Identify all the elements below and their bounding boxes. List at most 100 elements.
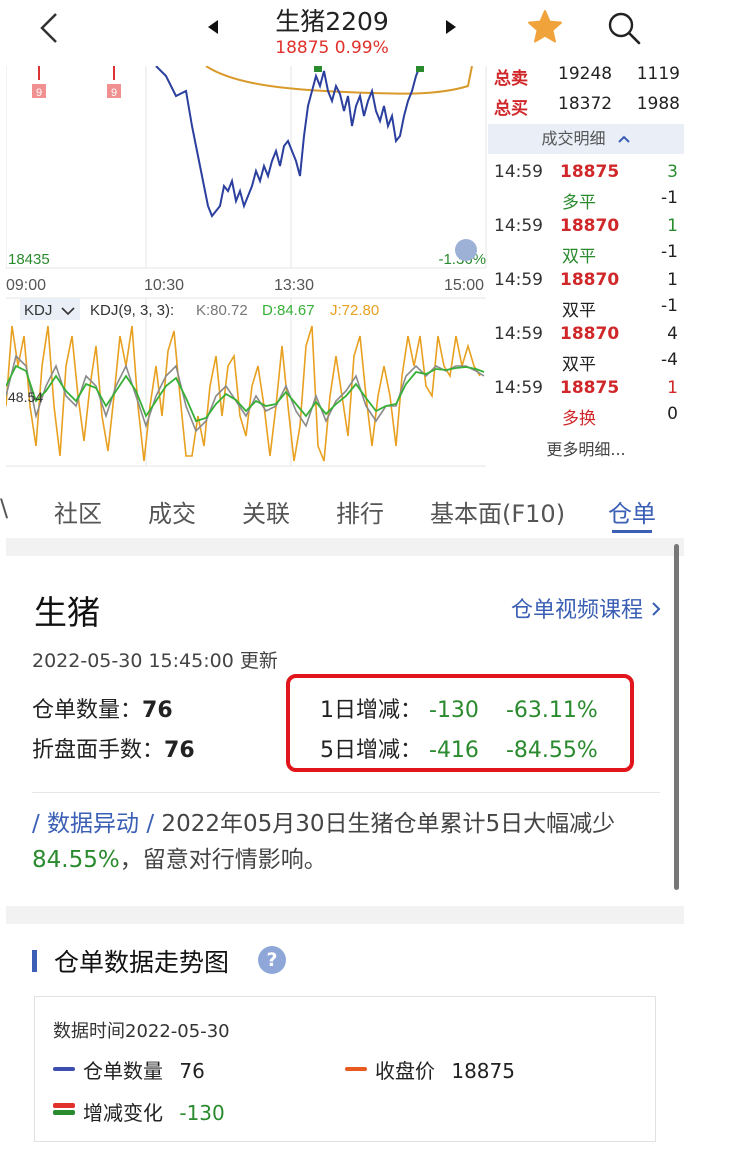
legend-value: 18875 bbox=[451, 1059, 515, 1083]
tick-open-interest: -1 bbox=[661, 188, 678, 208]
legend-item-change: 增减变化 -130 bbox=[53, 1097, 225, 1126]
warehouse-qty-label: 仓单数量： bbox=[32, 698, 143, 723]
kdj-d-value: D:84.67 bbox=[262, 302, 315, 319]
legend-label: 增减变化 bbox=[83, 1101, 163, 1125]
product-name: 生猪 bbox=[34, 593, 100, 632]
one-day-label: 1日增减： bbox=[320, 698, 422, 723]
legend-label: 收盘价 bbox=[375, 1059, 435, 1083]
contract-price-change: 18875 0.99% bbox=[275, 38, 389, 58]
back-chevron-icon[interactable] bbox=[36, 10, 62, 46]
warehouse-qty-value: 76 bbox=[142, 698, 173, 723]
tick-type: 多换 bbox=[562, 409, 596, 429]
time-label: 10:30 bbox=[144, 277, 184, 294]
total-sell-label: 总卖 bbox=[494, 69, 528, 89]
legend-item-qty: 仓单数量 76 bbox=[53, 1055, 205, 1084]
tab-trades[interactable]: 成交 bbox=[148, 494, 196, 529]
data-alert-text: 2022年05月30日生猪仓单累计5日大幅减少 bbox=[154, 811, 616, 837]
tab-ranking[interactable]: 排行 bbox=[336, 494, 384, 529]
warehouse-qty-stat: 仓单数量：76 bbox=[32, 692, 173, 724]
data-alert-pct: 84.55% bbox=[32, 847, 120, 873]
marker-label: 9 bbox=[111, 87, 117, 99]
trade-detail-header[interactable]: 成交明细 bbox=[488, 124, 684, 154]
search-icon[interactable] bbox=[604, 8, 644, 48]
trend-legend: 数据时间2022-05-30 仓单数量 76 收盘价 18875 增减变化 -1… bbox=[34, 996, 656, 1142]
tab-warehouse-receipts[interactable]: 仓单 bbox=[608, 494, 656, 529]
total-sell-volume: 1119 bbox=[636, 64, 680, 84]
section-divider bbox=[6, 906, 684, 924]
tick-time: 14:59 bbox=[494, 270, 543, 290]
kdj-selector-label: KDJ bbox=[24, 302, 52, 319]
tick-type: 多平 bbox=[562, 193, 596, 213]
data-alert-note: / 数据异动 / 2022年05月30日生猪仓单累计5日大幅减少 84.55%，留… bbox=[32, 806, 662, 878]
update-timestamp: 2022-05-30 15:45:00 更新 bbox=[32, 650, 278, 672]
tick-volume: 1 bbox=[667, 378, 678, 398]
chart-settings-icon[interactable] bbox=[455, 239, 477, 261]
scrollbar[interactable] bbox=[674, 544, 679, 890]
time-label: 13:30 bbox=[274, 277, 314, 294]
tick-price: 18870 bbox=[560, 270, 620, 290]
legend-item-close: 收盘价 18875 bbox=[345, 1055, 515, 1084]
tick-price: 18875 bbox=[560, 162, 620, 182]
more-details-link[interactable]: 更多明细... bbox=[488, 432, 684, 468]
total-buy-volume: 1988 bbox=[636, 94, 680, 114]
legend-swatch bbox=[53, 1067, 75, 1071]
tick-time: 14:59 bbox=[494, 378, 543, 398]
tick-time: 14:59 bbox=[494, 162, 543, 182]
tick-volume: 1 bbox=[667, 216, 678, 236]
tick-open-interest: -4 bbox=[661, 350, 678, 370]
order-book-panel: 总卖 19248 1119 总买 18372 1988 成交明细 14:59 1… bbox=[488, 60, 684, 470]
total-buy-row: 总买 18372 1988 bbox=[488, 94, 684, 122]
fill-marker bbox=[314, 66, 322, 72]
five-day-change: 5日增减： -416 -84.55% bbox=[320, 732, 598, 764]
previous-contract-icon[interactable] bbox=[206, 18, 220, 36]
trade-tick-row: 14:59 18875 1 多换 0 bbox=[488, 376, 684, 430]
course-link[interactable]: 仓单视频课程 bbox=[511, 592, 662, 624]
tick-price: 18875 bbox=[560, 378, 620, 398]
five-day-pct: -84.55% bbox=[505, 738, 598, 763]
tab-related[interactable]: 关联 bbox=[242, 494, 290, 529]
tick-type: 双平 bbox=[562, 247, 596, 267]
tick-open-interest: -1 bbox=[661, 242, 678, 262]
favorite-star-icon[interactable] bbox=[526, 8, 564, 46]
tick-open-interest: 0 bbox=[667, 404, 678, 424]
collapse-chevron-icon bbox=[617, 135, 630, 143]
total-buy-label: 总买 bbox=[494, 99, 528, 119]
folded-lots-stat: 折盘面手数：76 bbox=[32, 732, 195, 764]
chevron-right-icon bbox=[652, 602, 661, 616]
kdj-params: KDJ(9, 3, 3): bbox=[90, 302, 174, 319]
section-accent-bar bbox=[32, 950, 37, 972]
intraday-chart-svg: 9 9 18435 -1.36% 09:00 10:30 13:30 15:00… bbox=[5, 65, 487, 467]
tick-time: 14:59 bbox=[494, 324, 543, 344]
data-alert-text-end: ，留意对行情影响。 bbox=[119, 847, 327, 873]
legend-swatch-up bbox=[53, 1103, 75, 1108]
contract-title: 生猪2209 bbox=[275, 7, 389, 36]
total-sell-price: 19248 bbox=[558, 64, 613, 84]
tick-volume: 4 bbox=[667, 324, 678, 344]
folded-lots-value: 76 bbox=[164, 738, 195, 763]
tab-fundamentals[interactable]: 基本面(F10) bbox=[430, 494, 565, 529]
trade-tick-row: 14:59 18870 1 双平 -1 bbox=[488, 268, 684, 322]
total-sell-row: 总卖 19248 1119 bbox=[488, 64, 684, 92]
intraday-chart[interactable]: 9 9 18435 -1.36% 09:00 10:30 13:30 15:00… bbox=[5, 65, 488, 468]
price-low-label: 18435 bbox=[8, 251, 50, 268]
warehouse-receipt-card: 生猪 仓单视频课程 2022-05-30 15:45:00 更新 仓单数量：76… bbox=[6, 556, 684, 906]
tab-truncated[interactable]: \ bbox=[0, 494, 8, 522]
five-day-value: -416 bbox=[429, 738, 479, 763]
time-label: 09:00 bbox=[6, 277, 46, 294]
active-tab-indicator bbox=[612, 530, 652, 533]
tab-community[interactable]: 社区 bbox=[54, 494, 102, 529]
kdj-j-value: J:72.80 bbox=[330, 302, 379, 319]
tick-type: 双平 bbox=[562, 355, 596, 375]
five-day-label: 5日增减： bbox=[320, 738, 422, 763]
data-time: 数据时间2022-05-30 bbox=[53, 1021, 230, 1042]
folded-lots-label: 折盘面手数： bbox=[32, 738, 165, 763]
marker-label: 9 bbox=[36, 87, 42, 99]
top-bar: 生猪2209 18875 0.99% bbox=[0, 0, 734, 66]
legend-swatch-down bbox=[53, 1110, 75, 1115]
tab-bar: \ 社区 成交 关联 排行 基本面(F10) 仓单 bbox=[0, 480, 690, 538]
next-contract-icon[interactable] bbox=[444, 18, 458, 36]
help-icon[interactable]: ? bbox=[258, 946, 286, 974]
kdj-axis-label: 48.54 bbox=[8, 389, 43, 405]
legend-value: 76 bbox=[179, 1059, 205, 1083]
legend-swatch bbox=[345, 1067, 367, 1071]
